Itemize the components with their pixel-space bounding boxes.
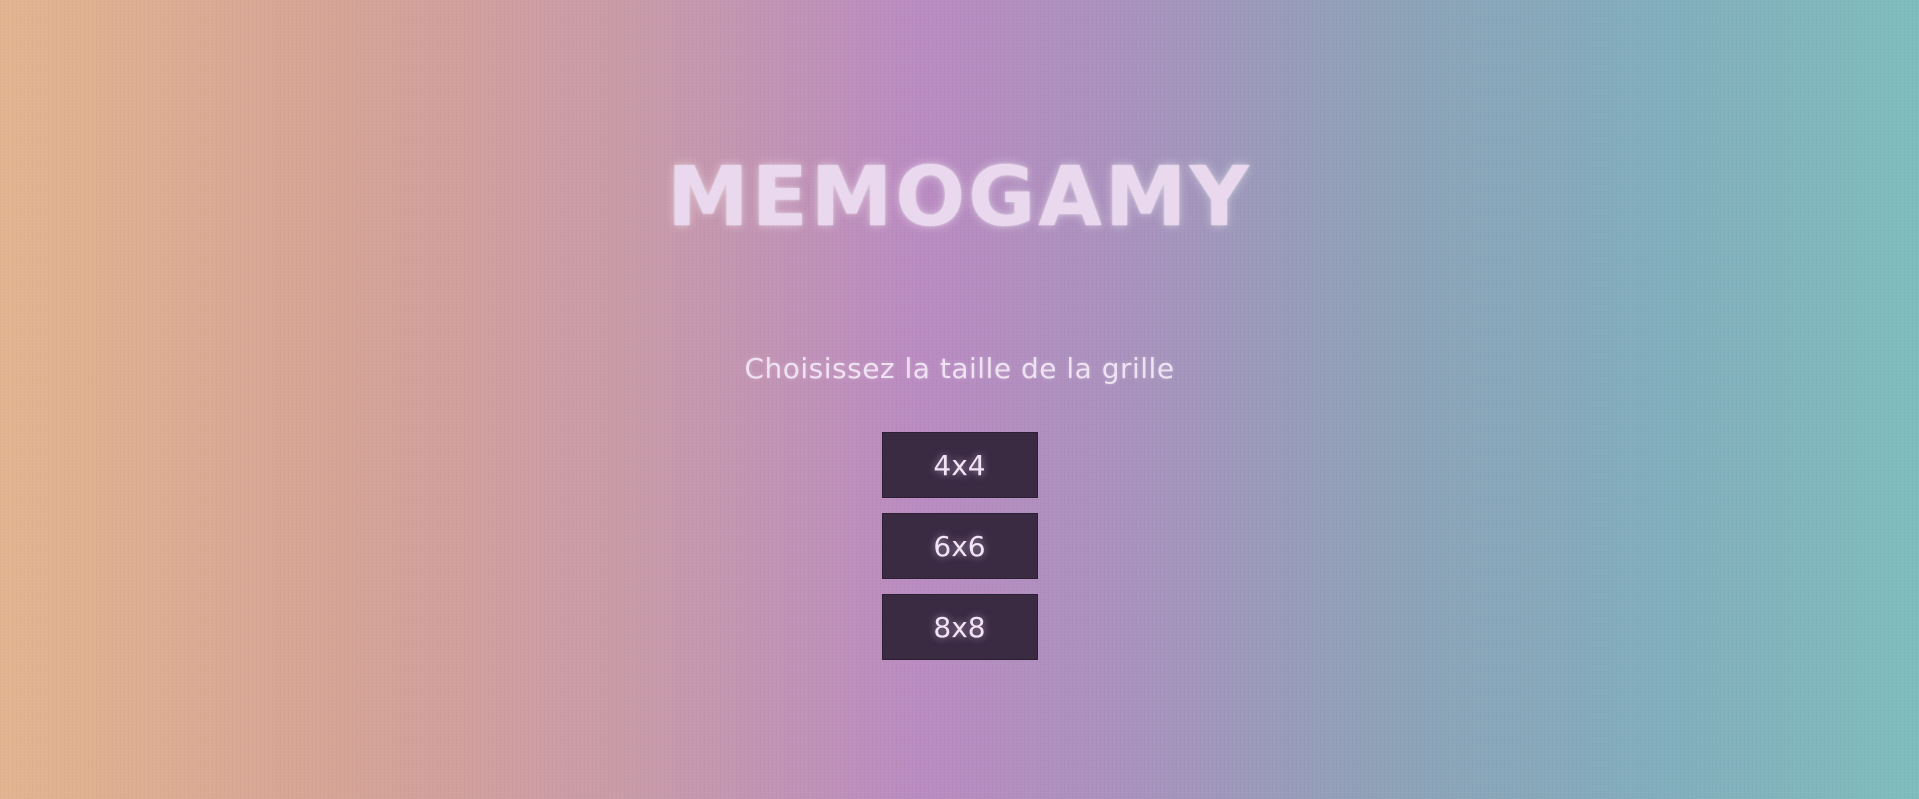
- grid-size-prompt: Choisissez la taille de la grille: [744, 352, 1175, 385]
- game-title: MEMOGAMY: [667, 150, 1252, 245]
- grid-size-options: 4x4 6x6 8x8: [0, 432, 1919, 660]
- grid-size-4x4-button[interactable]: 4x4: [881, 432, 1038, 498]
- background-grain: [0, 0, 1919, 799]
- grid-size-6x6-button[interactable]: 6x6: [881, 513, 1038, 579]
- grid-size-8x8-button[interactable]: 8x8: [881, 594, 1038, 660]
